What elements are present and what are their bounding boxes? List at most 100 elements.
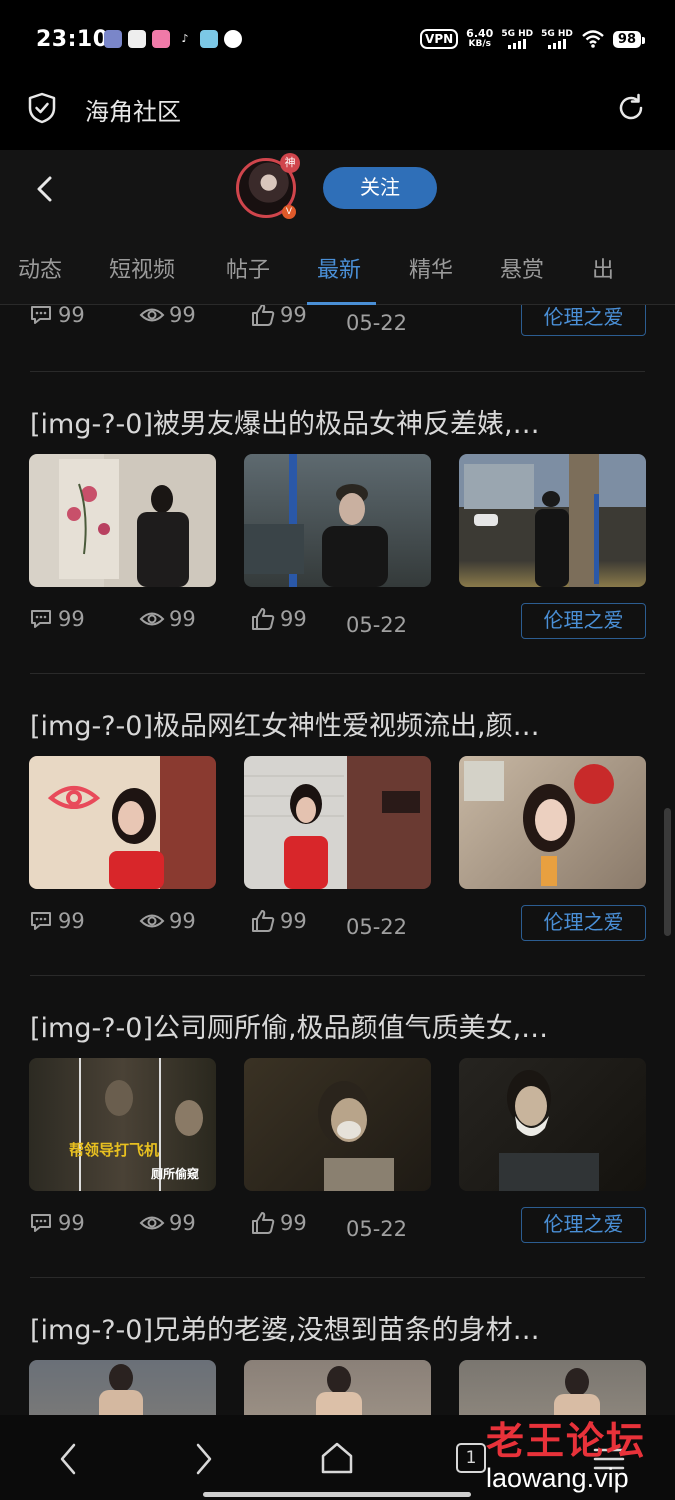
divider xyxy=(30,1277,645,1278)
refresh-icon[interactable] xyxy=(615,92,647,124)
sim1-signal-icon: 5G HD xyxy=(501,29,533,49)
post-stats: 99 99 99 05-22 伦理之爱 xyxy=(0,305,675,345)
follow-button[interactable]: 关注 xyxy=(323,167,437,209)
post-stats: 99 99 99 05-22 伦理之爱 xyxy=(0,603,675,647)
photo-dark-video-frame xyxy=(318,1081,394,1191)
post-title[interactable]: [img-?-0]公司厕所偷,极品颜值气质美女,… xyxy=(30,1006,640,1045)
eye-icon xyxy=(139,1216,165,1230)
like-count[interactable]: 99 xyxy=(250,1210,307,1236)
tab-dynamic[interactable]: 动态 xyxy=(18,252,62,284)
post-image[interactable] xyxy=(244,1360,431,1415)
eye-icon xyxy=(139,612,165,626)
alipay-app-icon xyxy=(128,30,146,48)
verified-badge: V xyxy=(282,205,296,219)
bilibili-app-icon xyxy=(152,30,170,48)
watermark: 老王论坛 laowang.vip xyxy=(486,1410,671,1494)
app-notification-icon xyxy=(200,30,218,48)
network-speed: 6.40 KB/s xyxy=(466,27,494,49)
cat-app-icon xyxy=(104,30,122,48)
app-bar: 海角社区 xyxy=(0,80,675,150)
post-image[interactable] xyxy=(29,1360,216,1415)
category-tag[interactable]: 伦理之爱 xyxy=(521,305,646,336)
post-feed[interactable]: 99 99 99 05-22 伦理之爱 [img-?-0]被男友爆出的极品女神反… xyxy=(0,305,675,1415)
home-indicator[interactable] xyxy=(203,1492,471,1497)
eye-icon xyxy=(139,914,165,928)
comment-count[interactable]: 99 xyxy=(28,908,85,934)
category-tag[interactable]: 伦理之爱 xyxy=(521,1207,646,1243)
divider xyxy=(30,975,645,976)
comment-count[interactable]: 99 xyxy=(28,1210,85,1236)
photo-woman-red-white-tiles xyxy=(244,775,420,889)
comment-icon xyxy=(31,610,51,628)
battery-icon: 98 xyxy=(612,30,646,48)
photo-woman-floral-painting xyxy=(59,459,189,587)
post-image[interactable] xyxy=(459,1360,646,1415)
view-count: 99 xyxy=(139,1210,196,1236)
photo-woman-couch-2 xyxy=(316,1366,362,1415)
category-tag[interactable]: 伦理之爱 xyxy=(521,905,646,941)
like-count[interactable]: 99 xyxy=(250,908,307,934)
status-bar: 23:10 ♪ VPN 6.40 KB/s 5G HD 5G HD 98 xyxy=(0,0,675,80)
sim2-signal-icon: 5G HD xyxy=(541,29,573,49)
vpn-icon: VPN xyxy=(420,29,459,49)
tab-short-video[interactable]: 短视频 xyxy=(109,252,175,284)
post-image[interactable]: 帮领导打飞机 厕所偷窥 xyxy=(29,1058,216,1191)
view-count: 99 xyxy=(139,305,196,328)
post-image[interactable] xyxy=(459,1058,646,1191)
comment-icon xyxy=(31,912,51,930)
thumbs-up-icon xyxy=(252,608,275,630)
shield-check-icon xyxy=(28,92,56,124)
photo-woman-couch-3 xyxy=(554,1368,600,1415)
post-stats: 99 99 99 05-22 伦理之爱 xyxy=(0,905,675,949)
photo-dark-video-collage: 帮领导打飞机 厕所偷窥 xyxy=(69,1058,203,1191)
comment-count[interactable]: 99 xyxy=(28,305,85,328)
god-badge: 神 xyxy=(280,153,300,173)
post-image[interactable] xyxy=(29,756,216,889)
tab-more[interactable]: 出 xyxy=(592,252,614,284)
post-title[interactable]: [img-?-0]极品网红女神性爱视频流出,颜… xyxy=(30,704,640,743)
post-image[interactable] xyxy=(244,1058,431,1191)
globe-app-icon xyxy=(224,30,242,48)
tab-bar: 动态 短视频 帖子 最新 精华 悬赏 出 xyxy=(0,230,675,305)
divider xyxy=(30,673,645,674)
photo-woman-tree-street xyxy=(464,454,599,587)
divider xyxy=(30,371,645,372)
thumbs-up-icon xyxy=(252,910,275,932)
tiktok-app-icon: ♪ xyxy=(176,30,194,48)
like-count[interactable]: 99 xyxy=(250,606,307,632)
nav-tabs-button[interactable]: 1 xyxy=(456,1443,486,1473)
post-title[interactable]: [img-?-0]被男友爆出的极品女神反差婊,… xyxy=(30,402,640,441)
scrollbar[interactable] xyxy=(664,808,671,936)
status-time: 23:10 xyxy=(36,27,109,52)
wifi-icon xyxy=(582,30,604,48)
photo-dark-video-masked-woman xyxy=(499,1070,599,1191)
post-image[interactable] xyxy=(244,756,431,889)
nav-back-icon[interactable] xyxy=(56,1441,80,1477)
category-tag[interactable]: 伦理之爱 xyxy=(521,603,646,639)
tab-latest[interactable]: 最新 xyxy=(317,252,361,284)
comment-icon xyxy=(31,1214,51,1232)
photo-woman-red-neon-eye xyxy=(47,786,164,889)
watermark-url: laowang.vip xyxy=(486,1463,629,1493)
back-arrow-icon[interactable] xyxy=(32,172,58,206)
post-date: 05-22 xyxy=(346,613,408,637)
like-count[interactable]: 99 xyxy=(250,305,307,328)
thumbs-up-icon xyxy=(252,305,275,326)
thumbs-up-icon xyxy=(252,1212,275,1234)
post-stats: 99 99 99 05-22 伦理之爱 xyxy=(0,1207,675,1251)
tab-posts[interactable]: 帖子 xyxy=(226,252,270,284)
overlay-text: 帮领导打飞机 xyxy=(69,1141,159,1159)
tab-bounty[interactable]: 悬赏 xyxy=(500,252,544,284)
post-title[interactable]: [img-?-0]兄弟的老婆,没想到苗条的身材… xyxy=(30,1308,640,1347)
tab-featured[interactable]: 精华 xyxy=(409,252,453,284)
nav-home-icon[interactable] xyxy=(318,1440,356,1476)
post-image[interactable] xyxy=(29,454,216,587)
post-image[interactable] xyxy=(459,454,646,587)
comment-count[interactable]: 99 xyxy=(28,606,85,632)
app-title: 海角社区 xyxy=(85,98,181,126)
post-image[interactable] xyxy=(459,756,646,889)
post-image[interactable] xyxy=(244,454,431,587)
comment-icon xyxy=(31,306,51,324)
nav-forward-icon[interactable] xyxy=(192,1441,216,1477)
notification-icons: ♪ xyxy=(104,30,242,48)
